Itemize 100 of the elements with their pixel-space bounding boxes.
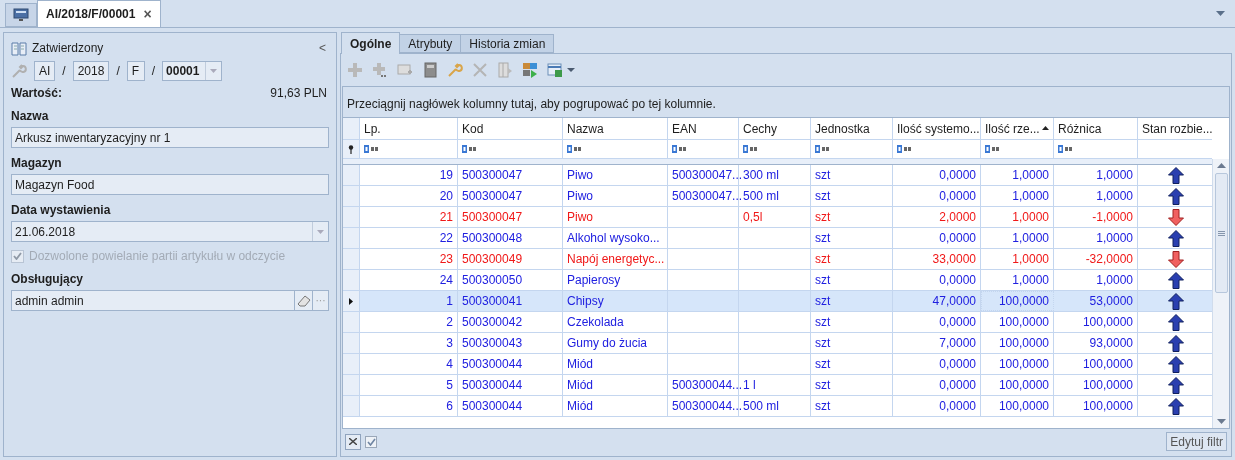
scrollbar[interactable] [1212,159,1229,428]
scroll-thumb[interactable] [1214,173,1228,293]
table-cell: 4 [360,354,458,374]
plus-icon[interactable] [372,62,388,78]
scroll-down-icon[interactable] [1216,419,1226,424]
table-cell: 20 [360,186,458,206]
scroll-up-icon[interactable] [1216,163,1226,168]
table-cell: 1,0000 [1054,165,1138,185]
number-dropdown[interactable]: 00001 [162,61,223,81]
table-cell: 100,0000 [981,396,1054,416]
table-cell: 3 [360,333,458,353]
table-cell: 500300047 [458,165,563,185]
table-cell: 24 [360,270,458,290]
table-row[interactable]: 24 500300050 Papierosy szt 0,0000 1,0000 1,0000 [343,270,1212,291]
number-field[interactable]: AI [34,61,56,81]
filter-icon[interactable] [743,145,758,153]
table-row[interactable]: 22 500300048 Alkohol wysoko... szt 0,0000 1,0000 1,0000 [343,228,1212,249]
table-cell: 500300043 [458,333,563,353]
table-cell: 500300049 [458,249,563,269]
text-field[interactable]: Magazyn Food [11,174,329,195]
status-label: Zatwierdzony [32,40,104,57]
desktop-tab[interactable] [5,3,37,27]
table-row[interactable]: 6 500300044 Miód 500300044...500 ml szt 0,0000 100,0000 100,0000 [343,396,1212,417]
text-field[interactable]: Arkusz inwentaryzacyjny nr 1 [11,127,329,148]
table-cell: szt [811,354,893,374]
table-cell: 100,0000 [981,375,1054,395]
table-export-icon[interactable] [547,62,563,78]
table-cell: 500300047... [668,165,739,185]
document-tab[interactable]: AI/2018/F/00001 × [37,0,161,27]
calculator-icon[interactable] [422,62,438,78]
export-icon[interactable] [522,62,538,78]
table-cell: 300 ml [739,165,811,185]
date-dropdown[interactable]: 21.06.2018 [11,221,329,242]
table-cell: 1,0000 [1054,228,1138,248]
filter-icon[interactable] [897,145,912,153]
collapse-button[interactable]: < [319,39,329,57]
dropdown-icon[interactable] [1216,11,1225,16]
clear-filter-button[interactable] [345,433,361,450]
table-cell: 19 [360,165,458,185]
table-cell: szt [811,165,893,185]
filter-checkbox[interactable] [365,435,377,448]
field-label: Obsługujący [11,271,84,288]
close-icon[interactable]: × [143,3,152,25]
arrow-up-icon [1168,187,1184,205]
filter-icon[interactable] [1058,145,1073,153]
table-cell: 1,0000 [1054,186,1138,206]
table-row[interactable]: 2 500300042 Czekolada szt 0,0000 100,0000 100,0000 [343,312,1212,333]
table-cell: 5 [360,375,458,395]
table-row[interactable]: 4 500300044 Miód szt 0,0000 100,0000 100,0000 [343,354,1212,375]
table-cell: 500300050 [458,270,563,290]
table-row[interactable]: 20 500300047 Piwo 500300047...500 ml szt 0,0000 1,0000 1,0000 [343,186,1212,207]
tab[interactable]: Historia zmian [461,34,555,53]
number-field[interactable]: 2018 [72,61,110,81]
arrow-up-icon [1168,292,1184,310]
table-row[interactable]: 3 500300043 Gumy do żucia szt 7,0000 100,0000 93,0000 [343,333,1212,354]
dropdown-icon[interactable] [567,68,575,72]
table-cell: 21 [360,207,458,227]
arrow-down-icon [1168,208,1184,226]
table-row[interactable]: 19 500300047 Piwo 500300047...300 ml szt 0,0000 1,0000 1,0000 [343,165,1212,186]
field-label: Magazyn [11,155,62,172]
table-cell: 100,0000 [1054,375,1138,395]
filter-icon[interactable] [462,145,477,153]
grip-icon [1217,230,1225,236]
table-row[interactable]: 23 500300049 Napój energetyc... szt 33,0000 1,0000 -32,0000 [343,249,1212,270]
number-field[interactable]: F [126,61,145,81]
table-cell: 500300048 [458,228,563,248]
table-cell: 500300044 [458,375,563,395]
table-cell: Napój energetyc... [563,249,668,269]
table-row[interactable]: 5 500300044 Miód 500300044...1 l szt 0,0000 100,0000 100,0000 [343,375,1212,396]
arrow-down-icon [1168,250,1184,268]
sort-icon [1042,126,1049,130]
row-indicator[interactable] [343,291,360,311]
filter-icon[interactable] [567,145,582,153]
tab[interactable]: Atrybuty [400,34,462,53]
filter-icon[interactable] [985,145,1000,153]
dropdown-icon [317,229,324,234]
table-cell: 47,0000 [893,291,981,311]
table-cell: 2,0000 [893,207,981,227]
table-cell: 7,0000 [893,333,981,353]
table-cell: 500300047... [668,186,739,206]
table-cell: 1 [360,291,458,311]
table-cell: -1,0000 [1054,207,1138,227]
edit-filter-button[interactable]: Edytuj filtr [1166,432,1227,451]
table-row[interactable]: 21 500300047 Piwo 0,5l szt 2,0000 1,0000 -1,0000 [343,207,1212,228]
table-cell: 100,0000 [981,333,1054,353]
filter-icon[interactable] [672,145,687,153]
separator-label: / [62,63,66,80]
tab[interactable]: Ogólne [341,32,401,54]
arrow-up-icon [1168,355,1184,373]
wrench-icon[interactable] [447,62,463,78]
window-icon[interactable] [397,62,413,78]
table-cell: Piwo [563,165,668,185]
table-cell: szt [811,186,893,206]
filter-icon[interactable] [815,145,830,153]
table-cell: 1,0000 [981,186,1054,206]
table-cell: 500300044... [668,396,739,416]
filter-icon[interactable] [364,145,379,153]
table-cell: 1,0000 [981,249,1054,269]
table-row[interactable]: 1 500300041 Chipsy szt 47,0000 100,0000 53,0000 [343,291,1212,312]
table-cell: 0,0000 [893,186,981,206]
